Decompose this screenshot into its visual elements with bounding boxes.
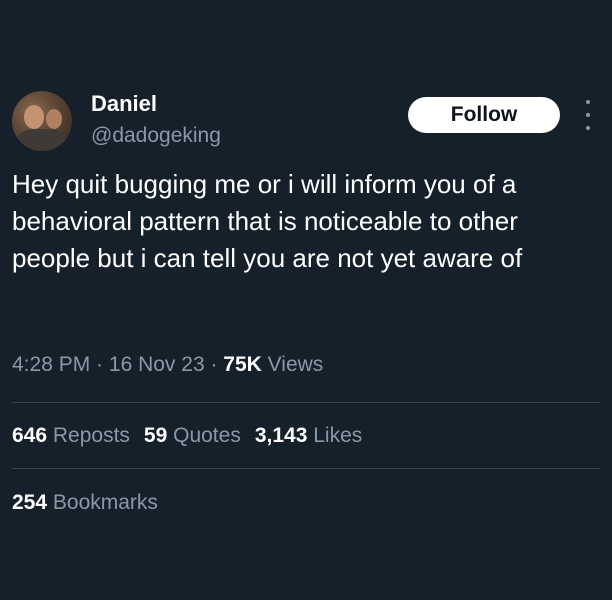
follow-button[interactable]: Follow — [408, 97, 560, 133]
avatar-photo-shape — [46, 109, 62, 129]
bookmarks-stat[interactable]: 254 Bookmarks — [12, 488, 158, 518]
more-options-icon[interactable] — [578, 100, 598, 130]
dot — [586, 113, 590, 117]
views-count: 75K — [223, 353, 262, 376]
engagement-stats: 646 Reposts 59 Quotes 3,143 Likes — [12, 421, 376, 451]
reposts-count: 646 — [12, 424, 48, 447]
tweet-card: Daniel @dadogeking Follow Hey quit buggi… — [0, 0, 612, 600]
avatar[interactable] — [12, 91, 72, 151]
quotes-count: 59 — [143, 424, 168, 447]
tweet-text: Hey quit bugging me or i will inform you… — [12, 169, 523, 273]
quotes-stat[interactable]: 59 Quotes — [144, 421, 241, 451]
views-label: Views — [261, 353, 324, 376]
dot — [586, 100, 590, 104]
tweet-meta: 4:28 PM · 16 Nov 23 · 75K Views — [12, 350, 323, 380]
display-name[interactable]: Daniel — [91, 90, 157, 118]
bookmarks-count: 254 — [12, 491, 48, 514]
dot — [586, 126, 590, 130]
user-handle[interactable]: @dadogeking — [91, 122, 221, 150]
likes-label: Likes — [307, 424, 363, 447]
tweet-time[interactable]: 4:28 PM — [12, 353, 90, 376]
likes-count: 3,143 — [254, 424, 308, 447]
meta-separator: · — [90, 353, 109, 376]
quotes-label: Quotes — [167, 424, 241, 447]
reposts-stat[interactable]: 646 Reposts — [12, 421, 130, 451]
tweet-date[interactable]: 16 Nov 23 — [109, 353, 205, 376]
likes-stat[interactable]: 3,143 Likes — [255, 421, 362, 451]
avatar-photo-shape — [16, 129, 68, 151]
bookmarks-label: Bookmarks — [47, 491, 158, 514]
meta-separator: · — [204, 353, 224, 376]
divider — [12, 402, 600, 403]
avatar-photo-shape — [24, 105, 44, 129]
divider — [12, 468, 600, 469]
reposts-label: Reposts — [47, 424, 130, 447]
